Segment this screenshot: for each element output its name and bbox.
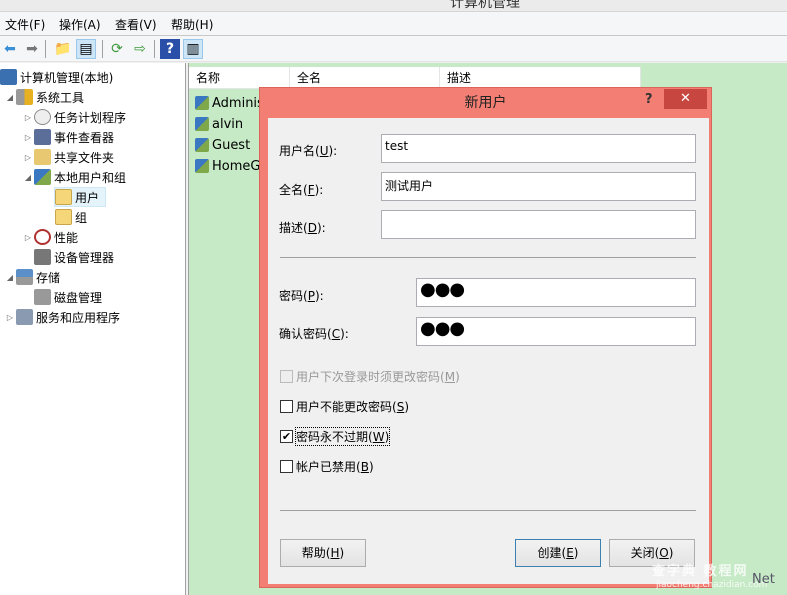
tree-item-storage[interactable]: ◢ 存储 [4,267,60,287]
expanded-arrow-icon[interactable]: ◢ [4,93,16,102]
help-icon[interactable]: ? [160,39,180,59]
expanded-arrow-icon[interactable]: ◢ [22,173,34,182]
tree-item-system-tools[interactable]: ◢ 系统工具 [4,87,84,107]
clock-icon [34,109,51,125]
collapsed-arrow-icon[interactable]: ▷ [22,233,34,242]
up-folder-icon[interactable]: 📁 [53,39,73,59]
cannot-change-password-checkbox[interactable]: 用户不能更改密码(S) [280,398,409,415]
event-viewer-icon [34,129,51,145]
fullname-input[interactable]: 测试用户 [381,172,696,201]
list-item[interactable]: alvin [195,114,243,134]
tree-item-disk-management[interactable]: 磁盘管理 [34,287,102,307]
tree-item-performance[interactable]: ▷ 性能 [22,227,78,247]
menu-view[interactable]: 查看(V) [115,16,157,33]
description-input[interactable] [381,210,696,239]
confirm-password-input[interactable]: ●●● [416,317,696,346]
fullname-label: 全名(F): [279,183,324,197]
dialog-body: 用户名(U): test 全名(F): 测试用户 描述(D): 密码(P): ●… [268,118,709,584]
create-button[interactable]: 创建(E) [515,539,601,567]
user-icon [195,159,209,173]
separator [280,257,696,258]
menu-help[interactable]: 帮助(H) [171,16,213,33]
collapsed-arrow-icon[interactable]: ▷ [4,313,16,322]
window-titlebar: 计算机管理 [0,0,787,12]
tree-item-users[interactable]: 用户 [54,187,106,207]
tree-item-event-viewer[interactable]: ▷ 事件查看器 [22,127,114,147]
dialog-title: 新用户 [464,95,507,111]
forward-icon[interactable]: ➡ [22,39,42,59]
collapsed-arrow-icon[interactable]: ▷ [22,153,34,162]
separator [280,510,696,511]
collapsed-arrow-icon[interactable]: ▷ [22,113,34,122]
tree-item-task-scheduler[interactable]: ▷ 任务计划程序 [22,107,126,127]
menu-bar: 文件(F) 操作(A) 查看(V) 帮助(H) [0,12,787,36]
help-question-icon[interactable]: ? [645,92,653,107]
column-header-description[interactable]: 描述 [440,67,641,89]
export-list-icon[interactable]: ⇨ [130,39,150,59]
computer-icon [0,69,17,85]
watermark-text: 查字典 教程网 [652,564,749,579]
new-user-dialog: 新用户 ? ✕ 用户名(U): test 全名(F): 测试用户 描述(D): … [259,87,712,588]
tree-item-local-users-groups[interactable]: ◢ 本地用户和组 [22,167,126,187]
performance-icon [34,229,51,245]
show-hide-action-pane-icon[interactable]: ▥ [183,39,203,59]
tree-item-computer-management[interactable]: 计算机管理(本地) [0,67,113,87]
must-change-password-checkbox[interactable]: 用户下次登录时须更改密码(M) [280,368,460,385]
menu-file[interactable]: 文件(F) [5,16,45,33]
list-item[interactable]: Guest [195,135,250,155]
list-item[interactable]: HomeGr [195,156,266,176]
account-disabled-checkbox[interactable]: 帐户已禁用(B) [280,458,374,475]
username-input[interactable]: test [381,134,696,163]
checkbox-box[interactable] [280,370,293,383]
password-input[interactable]: ●●● [416,278,696,307]
disk-icon [34,289,51,305]
shared-folder-icon [34,149,51,165]
checkbox-box[interactable] [280,460,293,473]
user-icon [195,117,209,131]
checkmark-icon[interactable]: ✔ [280,430,293,443]
navigation-tree: 计算机管理(本地) ◢ 系统工具 ▷ 任务计划程序 ▷ 事件查看器 ▷ 共享文件… [0,63,186,595]
menu-action[interactable]: 操作(A) [59,16,101,33]
window-title: 计算机管理 [450,0,520,11]
expanded-arrow-icon[interactable]: ◢ [4,273,16,282]
device-manager-icon [34,249,51,265]
password-label: 密码(P): [279,289,324,303]
password-never-expires-checkbox[interactable]: ✔ 密码永不过期(W) [280,427,391,446]
storage-icon [16,269,33,285]
show-hide-tree-icon[interactable]: ▤ [76,39,96,59]
tree-item-device-manager[interactable]: 设备管理器 [34,247,114,267]
toolbar: ⬅ ➡ 📁 ▤ ⟳ ⇨ ? ▥ [0,36,787,62]
toolbar-separator [154,40,155,58]
checkbox-box[interactable] [280,400,293,413]
list-item[interactable]: Administ [195,93,269,113]
user-icon [195,96,209,110]
tree-item-groups[interactable]: 组 [55,207,87,227]
description-label: 描述(D): [279,221,326,235]
refresh-icon[interactable]: ⟳ [107,39,127,59]
users-groups-icon [34,169,51,185]
watermark-url: jiaocheng.chazidian.com [656,580,768,590]
help-button[interactable]: 帮助(H) [280,539,366,567]
back-icon[interactable]: ⬅ [0,39,20,59]
toolbar-separator [45,40,46,58]
confirm-password-label: 确认密码(C): [279,327,349,341]
tree-item-services-apps[interactable]: ▷ 服务和应用程序 [4,307,120,327]
column-header-name[interactable]: 名称 [189,67,290,89]
watermark-suffix: Net [752,572,775,587]
column-header-fullname[interactable]: 全名 [290,67,440,89]
tools-icon [16,89,33,105]
folder-icon [55,209,72,225]
list-header: 名称 全名 描述 [189,67,641,89]
collapsed-arrow-icon[interactable]: ▷ [22,133,34,142]
services-icon [16,309,33,325]
tree-item-shared-folders[interactable]: ▷ 共享文件夹 [22,147,114,167]
user-icon [195,138,209,152]
toolbar-separator [102,40,103,58]
close-icon[interactable]: ✕ [664,89,707,109]
username-label: 用户名(U): [279,144,338,158]
folder-icon [55,189,72,205]
